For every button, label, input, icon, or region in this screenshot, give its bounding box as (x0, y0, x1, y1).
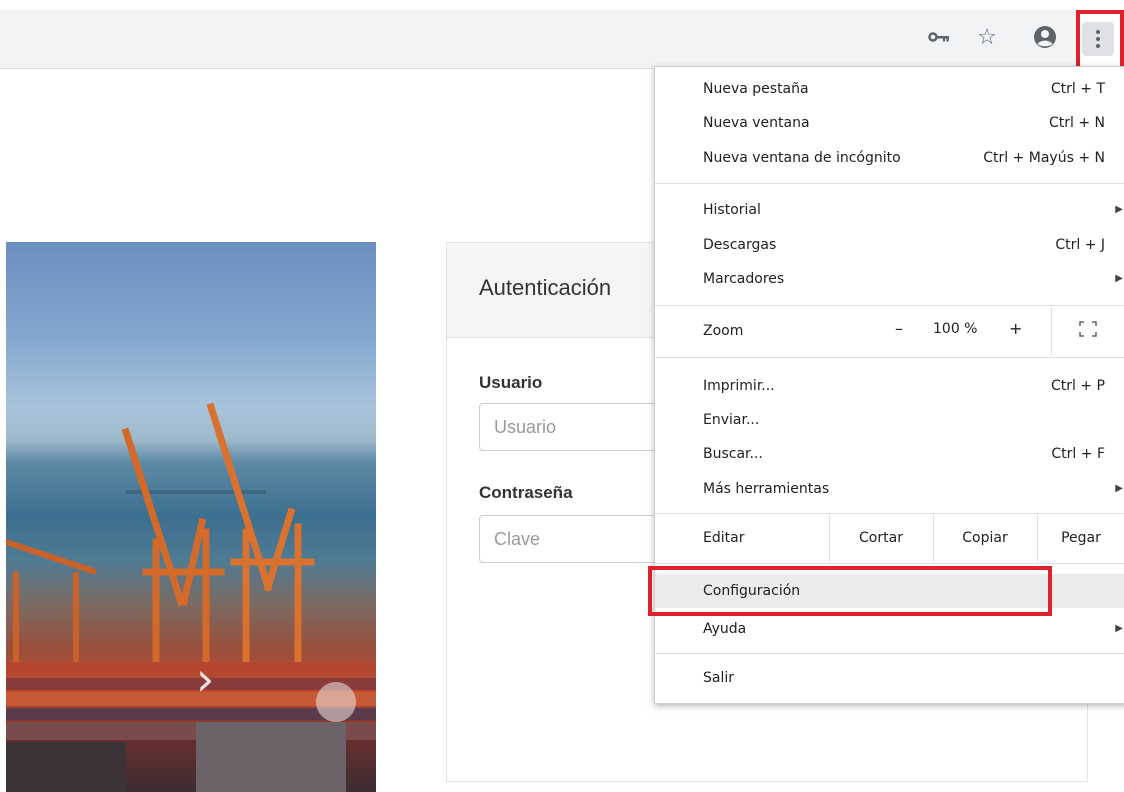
shortcut-label: Ctrl + T (1050, 81, 1105, 97)
shortcut-label: Ctrl + F (1051, 446, 1105, 462)
menu-item-label: Historial (703, 202, 761, 218)
menu-divider (655, 563, 1124, 564)
zoom-in-button[interactable]: + (1009, 315, 1022, 343)
menu-item-incognito[interactable]: Nueva ventana de incógnito Ctrl + Mayús … (703, 144, 1124, 172)
key-icon[interactable] (924, 22, 954, 52)
menu-button-highlight (1076, 10, 1124, 70)
shortcut-label: Ctrl + Mayús + N (983, 150, 1105, 166)
shortcut-label: Ctrl + P (1051, 378, 1105, 394)
shortcut-label: Ctrl + N (1048, 115, 1105, 131)
settings-highlight (648, 566, 1052, 616)
copy-button[interactable]: Copiar (933, 514, 1037, 562)
menu-item-label: Ayuda (703, 621, 747, 637)
menu-item-print[interactable]: Imprimir... Ctrl + P (703, 372, 1124, 400)
menu-item-more-tools[interactable]: Más herramientas ▶ (703, 475, 1124, 503)
menu-item-history[interactable]: Historial ▶ (703, 196, 1124, 224)
shortcut-label: Ctrl + J (1055, 237, 1105, 253)
account-icon[interactable] (1030, 22, 1060, 52)
paste-button[interactable]: Pegar (1037, 514, 1124, 562)
menu-item-find[interactable]: Buscar... Ctrl + F (703, 440, 1124, 468)
submenu-arrow-icon: ▶ (1115, 623, 1123, 634)
edit-label: Editar (703, 530, 745, 546)
menu-item-help[interactable]: Ayuda ▶ (703, 615, 1124, 643)
menu-item-label: Nueva pestaña (703, 81, 809, 97)
menu-divider (655, 183, 1124, 184)
menu-item-new-tab[interactable]: Nueva pestaña Ctrl + T (703, 75, 1124, 103)
page-title: Autenticación (479, 275, 612, 300)
zoom-out-button[interactable]: – (895, 315, 903, 343)
menu-item-label: Descargas (703, 237, 777, 253)
menu-item-label: Nueva ventana (703, 115, 810, 131)
menu-item-label: Imprimir... (703, 378, 775, 394)
browser-toolbar: ☆ (0, 0, 1124, 70)
password-label: Contraseña (479, 483, 573, 502)
carousel-next-icon[interactable]: › (196, 652, 214, 706)
address-bar[interactable] (0, 10, 1076, 69)
menu-divider (655, 305, 1124, 306)
edit-row: Editar Cortar Copiar Pegar (655, 514, 1124, 562)
menu-item-exit[interactable]: Salir (703, 664, 1124, 692)
menu-item-bookmarks[interactable]: Marcadores ▶ (703, 265, 1124, 293)
port-hero-image: › (6, 242, 376, 792)
crane-illustration (6, 402, 376, 792)
submenu-arrow-icon: ▶ (1115, 204, 1123, 215)
zoom-value: 100 % (933, 321, 978, 337)
zoom-divider (1051, 307, 1052, 355)
menu-item-label: Salir (703, 670, 735, 686)
menu-item-label: Nueva ventana de incógnito (703, 150, 901, 166)
menu-item-label: Enviar... (703, 412, 760, 428)
submenu-arrow-icon: ▶ (1115, 483, 1123, 494)
zoom-row: Zoom – 100 % + (655, 307, 1124, 355)
menu-item-label: Buscar... (703, 446, 763, 462)
cut-button[interactable]: Cortar (829, 514, 933, 562)
menu-item-label: Más herramientas (703, 481, 830, 497)
fullscreen-icon[interactable] (1079, 321, 1097, 341)
star-icon[interactable]: ☆ (972, 22, 1002, 52)
user-label: Usuario (479, 373, 543, 392)
zoom-label: Zoom (703, 323, 744, 339)
menu-item-label: Marcadores (703, 271, 785, 287)
menu-divider (655, 653, 1124, 654)
menu-divider (655, 357, 1124, 358)
submenu-arrow-icon: ▶ (1115, 273, 1123, 284)
menu-item-new-window[interactable]: Nueva ventana Ctrl + N (703, 109, 1124, 137)
menu-item-cast[interactable]: Enviar... (703, 406, 1124, 434)
menu-item-downloads[interactable]: Descargas Ctrl + J (703, 231, 1124, 259)
